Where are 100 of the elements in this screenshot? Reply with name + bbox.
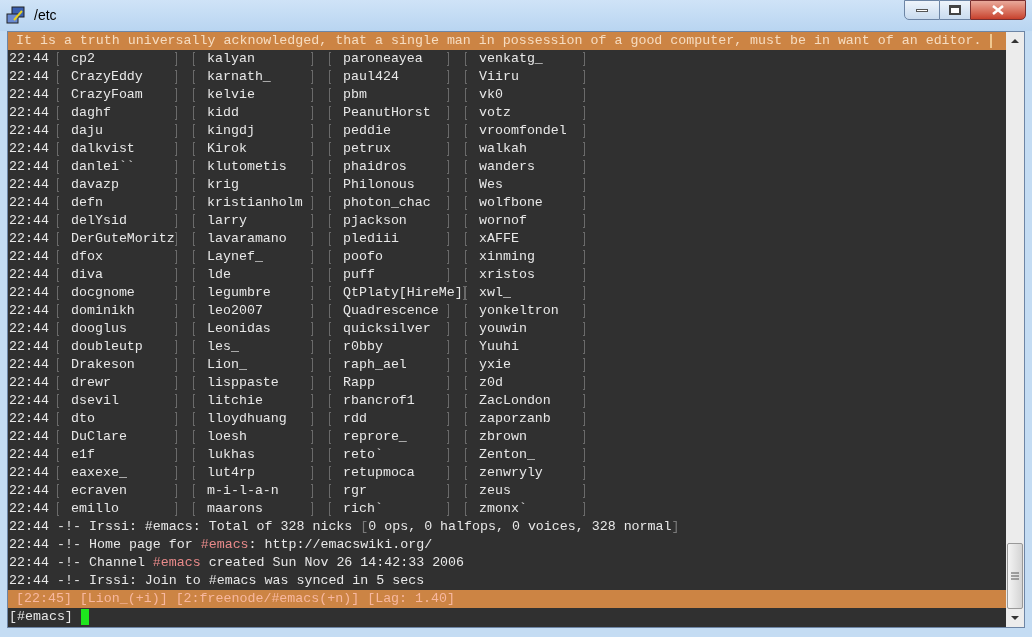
timestamp: 22:44 (9, 212, 50, 230)
timestamp: 22:44 (9, 446, 50, 464)
nick-name: rbancrof1 (343, 392, 416, 410)
nick-name: defn (71, 194, 104, 212)
notice-marker: -!- (57, 536, 82, 554)
nick-name: Laynef_ (207, 248, 264, 266)
log-message: Irssi: Join to #emacs was synced in 5 secs (89, 572, 425, 590)
nick-name: maarons (207, 500, 264, 518)
nick-name: plediii (343, 230, 400, 248)
nick-name: Philonous (343, 176, 416, 194)
nick-name: yonkeltron (479, 302, 560, 320)
nick-name: r0bby (343, 338, 384, 356)
minimize-button[interactable] (904, 0, 940, 20)
nick-name: diva (71, 266, 104, 284)
nick-name: emillo (71, 500, 120, 518)
nick-name: photon_chac (343, 194, 432, 212)
nick-name: walkah (479, 140, 528, 158)
nick-name: quicksilver (343, 320, 432, 338)
notice-marker: -!- (57, 572, 82, 590)
log-message: Home page for #emacs: http://emacswiki.org/ (89, 536, 433, 554)
timestamp: 22:44 (9, 518, 50, 536)
timestamp: 22:44 (9, 266, 50, 284)
nick-name: lde (207, 266, 232, 284)
timestamp: 22:44 (9, 140, 50, 158)
nick-name: PeanutHorst (343, 104, 432, 122)
nick-name: DerGuteMoritz (71, 230, 175, 248)
nick-name: danlei`` (71, 158, 136, 176)
nick-name: ecraven (71, 482, 128, 500)
nick-name: dominikh (71, 302, 136, 320)
maximize-button[interactable] (940, 0, 970, 20)
close-button[interactable] (970, 0, 1026, 20)
nick-name: docgnome (71, 284, 136, 302)
nick-name: peddie (343, 122, 392, 140)
timestamp: 22:44 (9, 572, 50, 590)
scrollbar-thumb[interactable] (1007, 543, 1023, 609)
timestamp: 22:44 (9, 248, 50, 266)
nick-name: vroomfondel (479, 122, 568, 140)
timestamp: 22:44 (9, 320, 50, 338)
nick-name: dalkvist (71, 140, 136, 158)
nick-name: dsevil (71, 392, 120, 410)
nick-name: Viiru (479, 68, 520, 86)
nick-name: leo2007 (207, 302, 264, 320)
nick-name: klutometis (207, 158, 288, 176)
nick-name: poofo (343, 248, 384, 266)
nick-name: yxie (479, 356, 512, 374)
nick-name: xAFFE (479, 230, 520, 248)
nick-name: daju (71, 122, 104, 140)
notice-marker: -!- (57, 554, 82, 572)
nick-name: Zenton_ (479, 446, 536, 464)
nick-name: daghf (71, 104, 112, 122)
nick-name: xinming (479, 248, 536, 266)
nick-name: eaxexe_ (71, 464, 128, 482)
nick-name: wolfbone (479, 194, 544, 212)
timestamp: 22:44 (9, 50, 50, 68)
nick-name: ZacLondon (479, 392, 552, 410)
nick-name: Rapp (343, 374, 376, 392)
nick-name: xwl_ (479, 284, 512, 302)
nick-name: zeus (479, 482, 512, 500)
nick-name: Yuuhi (479, 338, 520, 356)
timestamp: 22:44 (9, 338, 50, 356)
nick-name: kelvie (207, 86, 256, 104)
timestamp: 22:44 (9, 302, 50, 320)
nick-name: CrazyEddy (71, 68, 144, 86)
timestamp: 22:44 (9, 554, 50, 572)
timestamp: 22:44 (9, 194, 50, 212)
nick-name: cp2 (71, 50, 96, 68)
nick-name: youwin (479, 320, 528, 338)
timestamp: 22:44 (9, 374, 50, 392)
nick-name: paroneayea (343, 50, 424, 68)
timestamp: 22:44 (9, 536, 50, 554)
text-cursor (80, 609, 89, 625)
nick-name: lukhas (207, 446, 256, 464)
timestamp: 22:44 (9, 482, 50, 500)
nick-name: puff (343, 266, 376, 284)
nick-name: lisppaste (207, 374, 280, 392)
nick-name: lloydhuang (207, 410, 288, 428)
timestamp: 22:44 (9, 68, 50, 86)
timestamp: 22:44 (9, 356, 50, 374)
nick-name: reprore_ (343, 428, 408, 446)
nick-name: zenwryly (479, 464, 544, 482)
nick-name: lut4rp (207, 464, 256, 482)
nick-name: m-i-l-a-n (207, 482, 280, 500)
nick-name: dto (71, 410, 96, 428)
log-message: Irssi: #emacs: Total of 328 nicks [0 ops, 0 halfops, 0 voices, 328 normal] (89, 518, 680, 536)
timestamp: 22:44 (9, 158, 50, 176)
window-title: /etc (34, 6, 57, 25)
timestamp: 22:44 (9, 500, 50, 518)
nick-name: petrux (343, 140, 392, 158)
timestamp: 22:44 (9, 230, 50, 248)
nick-name: delYsid (71, 212, 128, 230)
nick-name: Drakeson (71, 356, 136, 374)
nick-name: zbrown (479, 428, 528, 446)
nick-name: wornof (479, 212, 528, 230)
nick-name: davazp (71, 176, 120, 194)
nick-name: wanders (479, 158, 536, 176)
nick-name: paul424 (343, 68, 400, 86)
scrollbar[interactable] (1006, 32, 1024, 627)
nick-name: drewr (71, 374, 112, 392)
timestamp: 22:44 (9, 284, 50, 302)
nick-name: Lion_ (207, 356, 248, 374)
